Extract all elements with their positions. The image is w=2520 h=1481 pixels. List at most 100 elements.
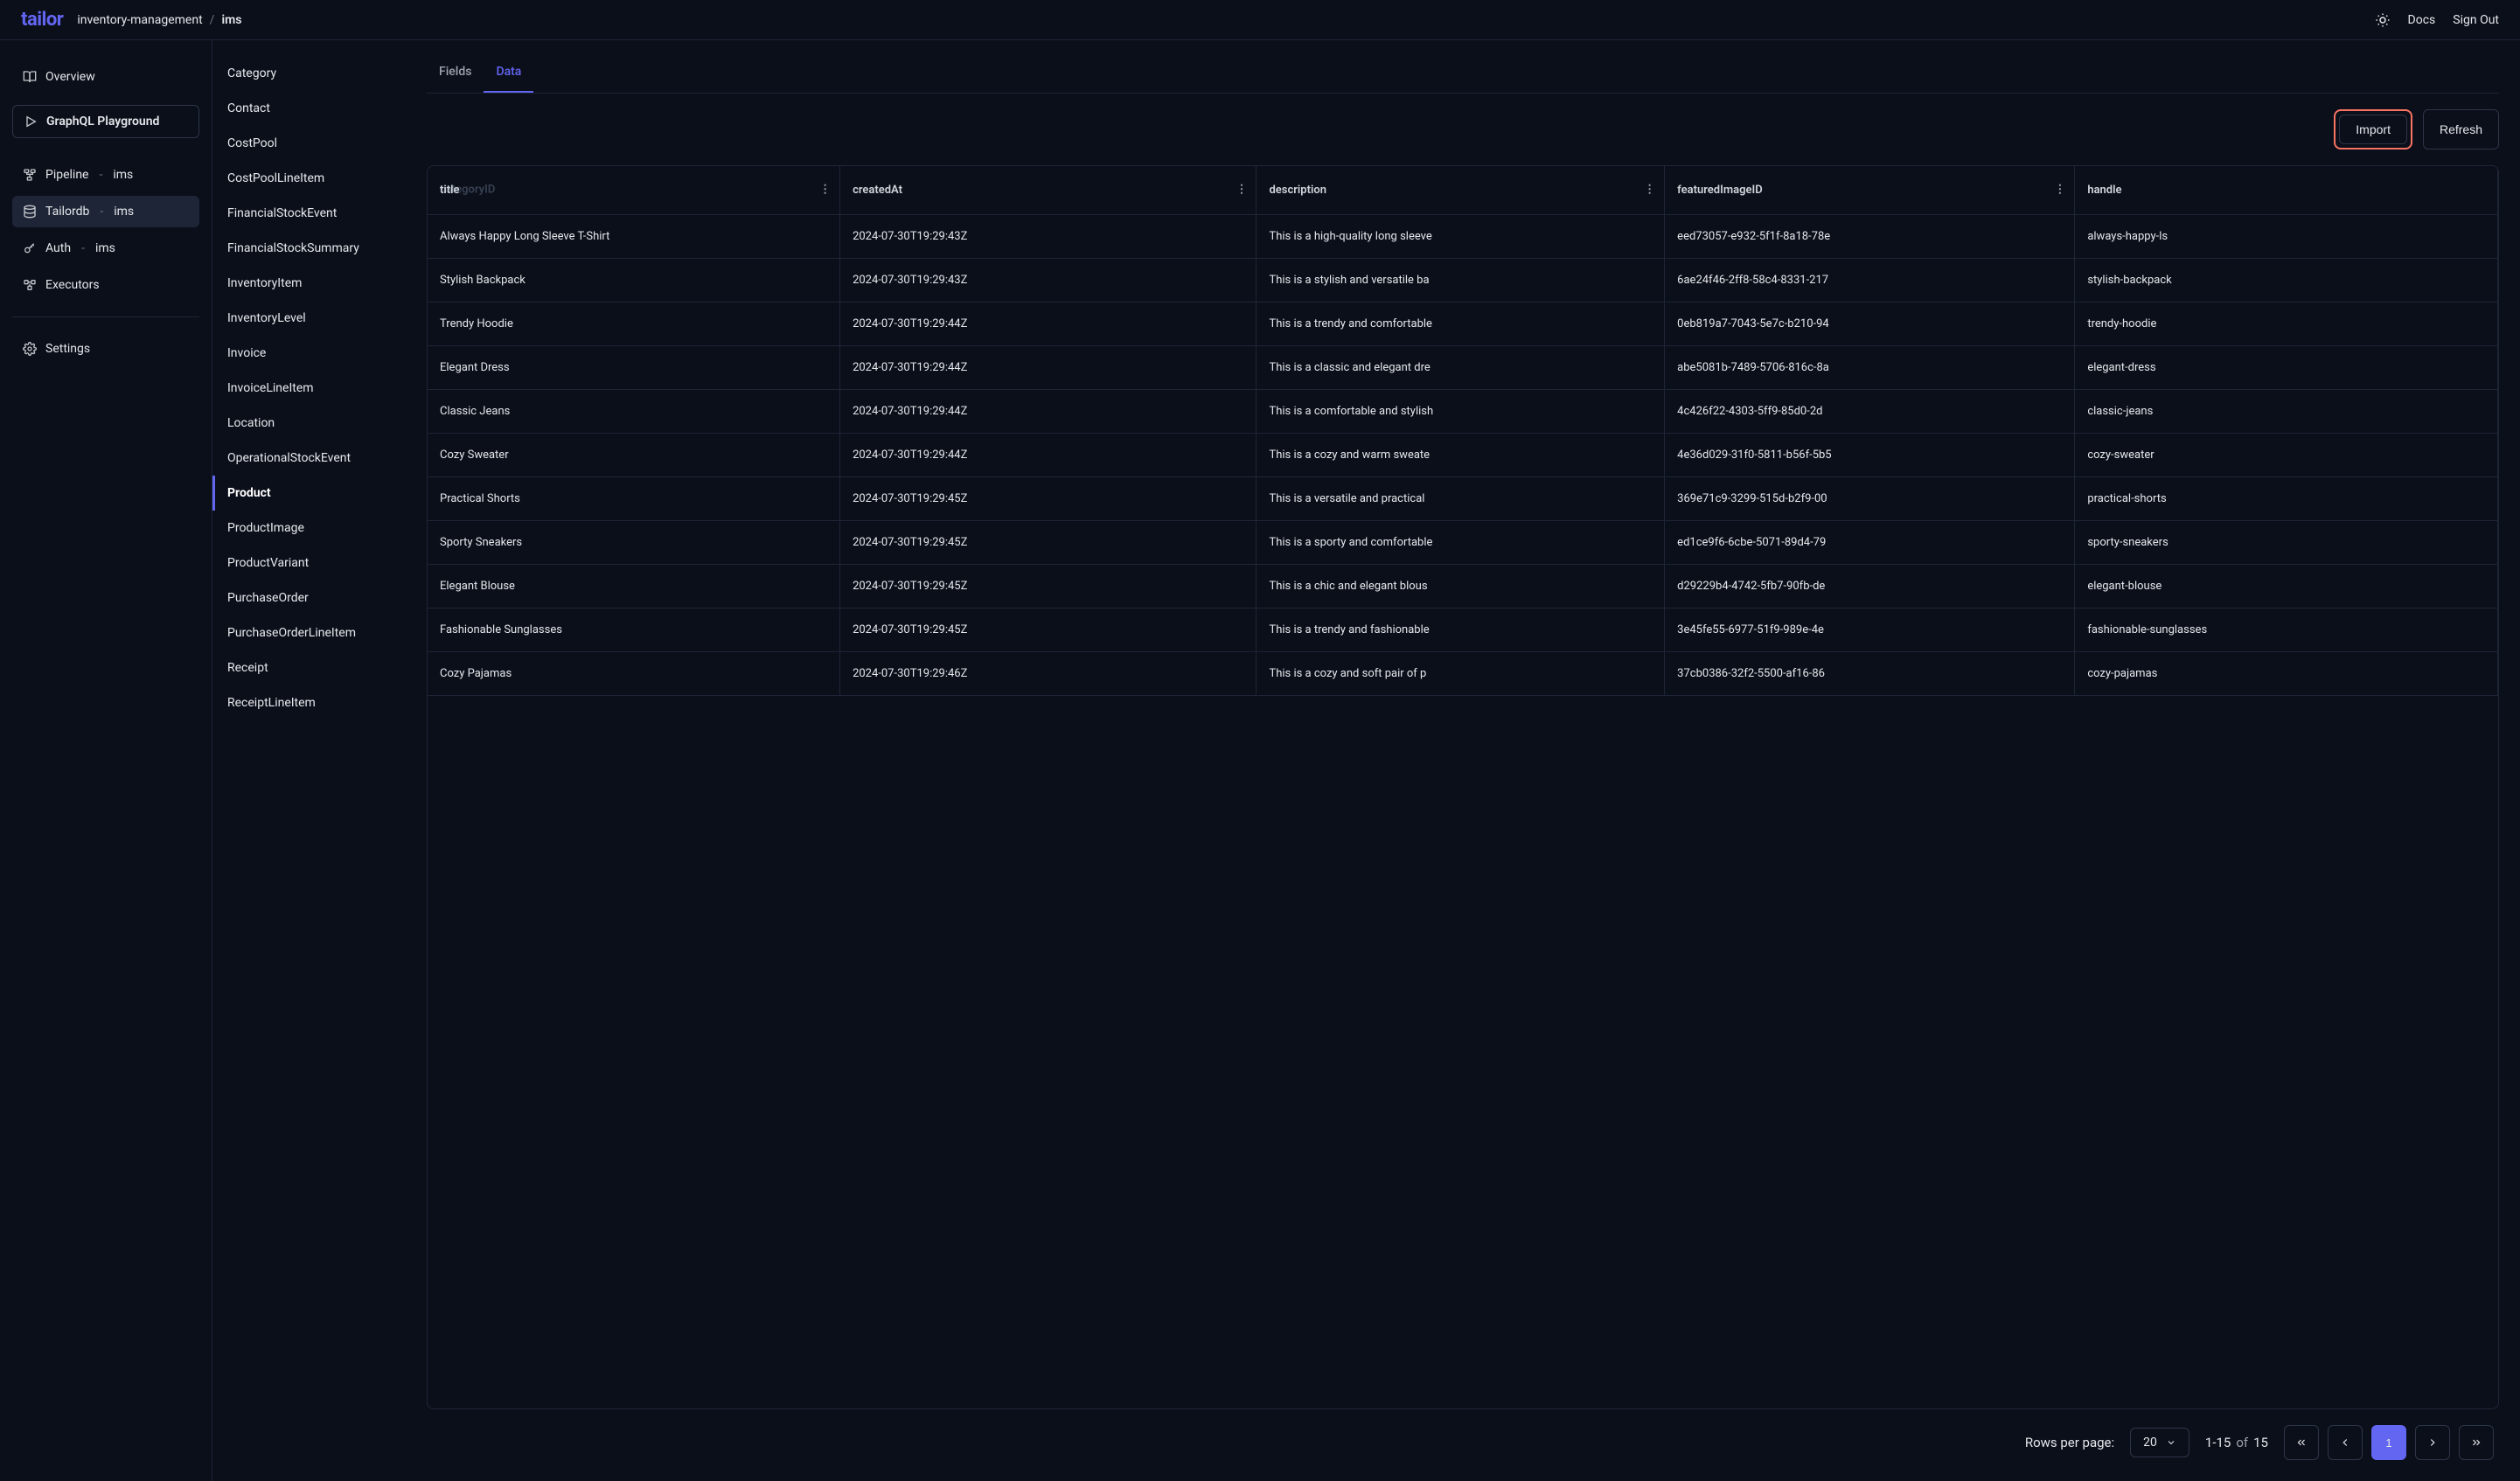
last-page-button[interactable] — [2459, 1425, 2494, 1460]
breadcrumb-org[interactable]: inventory-management — [77, 13, 202, 27]
cell-handle: sporty-sneakers — [2075, 520, 2498, 564]
table-row[interactable]: Trendy Hoodie2024-07-30T19:29:44ZThis is… — [428, 302, 2498, 345]
entity-item-invoicelineitem[interactable]: InvoiceLineItem — [212, 371, 406, 406]
entity-item-location[interactable]: Location — [212, 406, 406, 441]
col-description[interactable]: description ⋮ — [1257, 166, 1665, 214]
entity-item-financialstocksummary[interactable]: FinancialStockSummary — [212, 231, 406, 266]
tab-fields[interactable]: Fields — [427, 52, 484, 93]
executors-icon — [23, 278, 37, 292]
cell-createdAt: 2024-07-30T19:29:44Z — [840, 433, 1257, 476]
tailordb-nav[interactable]: Tailordb - ims — [12, 196, 199, 227]
tabs: Fields Data — [427, 52, 2499, 94]
tab-data[interactable]: Data — [484, 52, 533, 93]
table-row[interactable]: Sporty Sneakers2024-07-30T19:29:45ZThis … — [428, 520, 2498, 564]
entity-item-costpool[interactable]: CostPool — [212, 126, 406, 161]
cell-createdAt: 2024-07-30T19:29:46Z — [840, 651, 1257, 695]
table-row[interactable]: Elegant Blouse2024-07-30T19:29:45ZThis i… — [428, 564, 2498, 608]
database-icon — [23, 205, 37, 219]
entity-item-contact[interactable]: Contact — [212, 91, 406, 126]
entity-item-purchaseorderlineitem[interactable]: PurchaseOrderLineItem — [212, 615, 406, 650]
col-menu-icon[interactable]: ⋮ — [1236, 184, 1247, 197]
breadcrumb-sep: / — [210, 13, 215, 27]
entity-item-costpoollineitem[interactable]: CostPoolLineItem — [212, 161, 406, 196]
import-highlight: Import — [2334, 109, 2412, 149]
pipeline-nav[interactable]: Pipeline - ims — [12, 159, 199, 191]
cell-createdAt: 2024-07-30T19:29:44Z — [840, 389, 1257, 433]
cell-featuredImageID: 37cb0386-32f2-5500-af16-86 — [1665, 651, 2075, 695]
entity-item-product[interactable]: Product — [212, 476, 406, 511]
settings-nav[interactable]: Settings — [12, 333, 199, 365]
breadcrumb-app[interactable]: ims — [221, 13, 241, 27]
logo[interactable]: tailor — [21, 9, 63, 31]
refresh-button[interactable]: Refresh — [2423, 109, 2499, 149]
col-menu-icon[interactable]: ⋮ — [1644, 184, 1655, 197]
cell-handle: always-happy-ls — [2075, 214, 2498, 258]
docs-link[interactable]: Docs — [2408, 13, 2436, 27]
table-row[interactable]: Classic Jeans2024-07-30T19:29:44ZThis is… — [428, 389, 2498, 433]
next-page-button[interactable] — [2415, 1425, 2450, 1460]
cell-createdAt: 2024-07-30T19:29:44Z — [840, 345, 1257, 389]
play-icon — [24, 115, 38, 129]
col-menu-icon[interactable]: ⋮ — [2054, 184, 2065, 197]
cell-featuredImageID: d29229b4-4742-5fb7-90fb-de — [1665, 564, 2075, 608]
col-featuredImageID[interactable]: featuredImageID ⋮ — [1665, 166, 2075, 214]
entity-item-category[interactable]: Category — [212, 56, 406, 91]
entity-item-productimage[interactable]: ProductImage — [212, 511, 406, 546]
table-row[interactable]: Stylish Backpack2024-07-30T19:29:43ZThis… — [428, 258, 2498, 302]
first-page-button[interactable] — [2284, 1425, 2319, 1460]
table-row[interactable]: Elegant Dress2024-07-30T19:29:44ZThis is… — [428, 345, 2498, 389]
overview-nav[interactable]: Overview — [12, 61, 199, 93]
col-createdAt[interactable]: createdAt ⋮ — [840, 166, 1257, 214]
gear-icon — [23, 342, 37, 356]
graphql-playground-nav[interactable]: GraphQL Playground — [12, 105, 199, 138]
cell-title: Stylish Backpack — [428, 258, 840, 302]
table-row[interactable]: Fashionable Sunglasses2024-07-30T19:29:4… — [428, 608, 2498, 651]
entity-item-invoice[interactable]: Invoice — [212, 336, 406, 371]
cell-title: Cozy Pajamas — [428, 651, 840, 695]
key-icon — [23, 241, 37, 255]
rows-per-page-label: Rows per page: — [2025, 1435, 2114, 1450]
cell-createdAt: 2024-07-30T19:29:43Z — [840, 214, 1257, 258]
cell-description: This is a comfortable and stylish — [1257, 389, 1665, 433]
page-1-button[interactable]: 1 — [2371, 1425, 2406, 1460]
cell-title: Elegant Dress — [428, 345, 840, 389]
auth-label: Auth — [45, 241, 71, 255]
data-table: categoryID title ⋮ createdAt ⋮ descripti… — [427, 165, 2499, 1409]
page-size-select[interactable]: 20 — [2130, 1428, 2189, 1457]
entity-item-receipt[interactable]: Receipt — [212, 650, 406, 685]
theme-toggle-icon[interactable] — [2375, 12, 2391, 28]
entity-item-financialstockevent[interactable]: FinancialStockEvent — [212, 196, 406, 231]
cell-title: Elegant Blouse — [428, 564, 840, 608]
auth-nav[interactable]: Auth - ims — [12, 233, 199, 264]
sep: - — [81, 241, 85, 255]
entity-item-purchaseorder[interactable]: PurchaseOrder — [212, 581, 406, 615]
cell-handle: elegant-blouse — [2075, 564, 2498, 608]
toolbar: Import Refresh — [427, 94, 2499, 165]
col-menu-icon[interactable]: ⋮ — [819, 184, 831, 197]
entity-item-productvariant[interactable]: ProductVariant — [212, 546, 406, 581]
overview-label: Overview — [45, 70, 95, 84]
pipeline-icon — [23, 168, 37, 182]
table-row[interactable]: Cozy Pajamas2024-07-30T19:29:46ZThis is … — [428, 651, 2498, 695]
prev-page-button[interactable] — [2328, 1425, 2363, 1460]
executors-label: Executors — [45, 278, 100, 292]
entity-item-inventoryitem[interactable]: InventoryItem — [212, 266, 406, 301]
cell-description: This is a cozy and warm sweate — [1257, 433, 1665, 476]
entity-item-operationalstockevent[interactable]: OperationalStockEvent — [212, 441, 406, 476]
entity-item-receiptlineitem[interactable]: ReceiptLineItem — [212, 685, 406, 720]
cell-createdAt: 2024-07-30T19:29:43Z — [840, 258, 1257, 302]
signout-link[interactable]: Sign Out — [2453, 13, 2499, 27]
executors-nav[interactable]: Executors — [12, 269, 199, 301]
cell-createdAt: 2024-07-30T19:29:44Z — [840, 302, 1257, 345]
cell-createdAt: 2024-07-30T19:29:45Z — [840, 608, 1257, 651]
col-handle[interactable]: handle — [2075, 166, 2498, 214]
entity-item-inventorylevel[interactable]: InventoryLevel — [212, 301, 406, 336]
table-row[interactable]: Practical Shorts2024-07-30T19:29:45ZThis… — [428, 476, 2498, 520]
cell-title: Always Happy Long Sleeve T-Shirt — [428, 214, 840, 258]
cell-description: This is a classic and elegant dre — [1257, 345, 1665, 389]
table-row[interactable]: Cozy Sweater2024-07-30T19:29:44ZThis is … — [428, 433, 2498, 476]
col-title[interactable]: categoryID title ⋮ — [428, 166, 840, 214]
cell-description: This is a stylish and versatile ba — [1257, 258, 1665, 302]
import-button[interactable]: Import — [2339, 115, 2407, 144]
table-row[interactable]: Always Happy Long Sleeve T-Shirt2024-07-… — [428, 214, 2498, 258]
